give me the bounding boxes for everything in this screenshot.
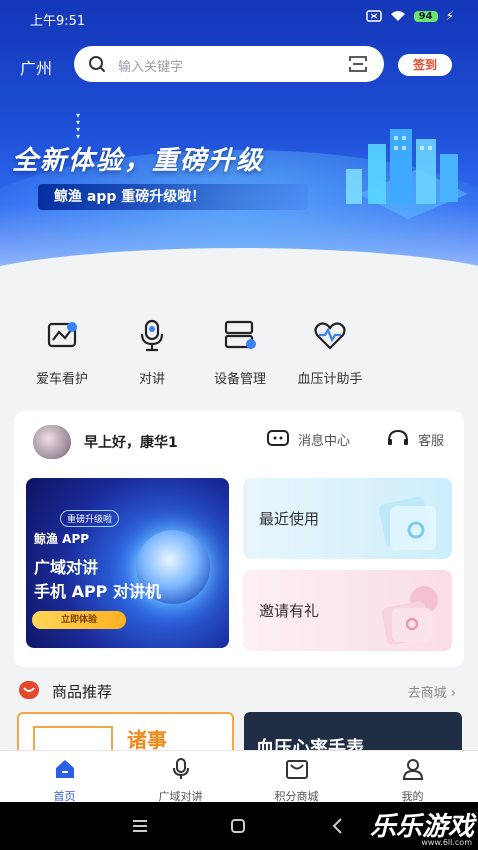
quicknav-bp-assistant[interactable]: 血压计助手 bbox=[284, 316, 376, 387]
device-manage-icon bbox=[224, 320, 256, 349]
menu-icon[interactable] bbox=[130, 816, 150, 836]
promo-line1: 鲸渔 APP bbox=[34, 532, 90, 546]
message-center-label: 消息中心 bbox=[298, 433, 351, 449]
tab-mine[interactable]: 我的 bbox=[353, 757, 472, 804]
status-icons: 94 ⚡ bbox=[365, 9, 454, 23]
home-card: 早上好，康华1 消息中心 客服 重磅升级啦 鲸渔 APP 广域对讲 手机 APP… bbox=[14, 411, 464, 667]
promo-line2: 广域对讲 bbox=[34, 558, 99, 577]
recent-used-label: 最近使用 bbox=[259, 510, 320, 528]
scan-icon[interactable] bbox=[348, 55, 368, 73]
mall-bag-icon bbox=[285, 760, 308, 779]
sim-icon bbox=[365, 10, 382, 22]
city-buildings-illustration bbox=[346, 129, 468, 219]
search-placeholder: 输入关键字 bbox=[118, 60, 184, 75]
quicknav-intercom[interactable]: 对讲 bbox=[106, 316, 198, 387]
gift-bag-icon bbox=[381, 586, 438, 645]
wifi-icon bbox=[390, 11, 405, 21]
banner-subtitle: 鲸渔 app 重磅升级啦！ bbox=[38, 184, 308, 210]
quicknav-device-manage[interactable]: 设备管理 bbox=[194, 316, 286, 387]
promo-line3: 手机 APP 对讲机 bbox=[34, 582, 161, 601]
product-recommend-header: 商品推荐 去商城 › bbox=[0, 678, 478, 704]
status-bar: 上午9:51 94 ⚡ bbox=[0, 0, 478, 36]
message-center-button[interactable]: 消息中心 bbox=[266, 429, 350, 449]
hero-banner[interactable]: ▾ ▾ ▾ ▾ 全新体验，重磅升级 鲸渔 app 重磅升级啦！ bbox=[0, 0, 478, 282]
arrow-decoration: ▾ ▾ ▾ ▾ bbox=[76, 111, 81, 141]
tab-intercom[interactable]: 广域对讲 bbox=[121, 757, 240, 804]
car-flag-icon bbox=[47, 322, 77, 348]
heart-pulse-icon bbox=[314, 322, 346, 350]
watermark-url: www.6ll.com bbox=[421, 838, 472, 847]
message-icon bbox=[267, 430, 289, 446]
quicknav-label: 设备管理 bbox=[213, 372, 266, 387]
shop-icon bbox=[19, 681, 39, 699]
invite-gift-tile[interactable]: 邀请有礼 bbox=[243, 570, 452, 651]
customer-service-label: 客服 bbox=[418, 433, 445, 449]
quick-nav: 爱车看护 对讲 设备管理 血压计助手 bbox=[0, 316, 478, 387]
back-icon[interactable] bbox=[328, 816, 348, 836]
signin-button[interactable]: 签到 bbox=[398, 54, 452, 76]
product-card-text: 诸事 bbox=[127, 728, 167, 752]
search-document-icon bbox=[379, 496, 436, 550]
search-input[interactable]: 输入关键字 bbox=[74, 46, 384, 82]
greeting-text: 早上好，康华1 bbox=[84, 435, 178, 451]
quicknav-car-care[interactable]: 爱车看护 bbox=[16, 316, 108, 387]
promo-try-button[interactable]: 立即体验 bbox=[32, 611, 126, 629]
recent-used-tile[interactable]: 最近使用 bbox=[243, 478, 452, 559]
quicknav-label: 血压计助手 bbox=[297, 372, 363, 387]
promo-tag: 重磅升级啦 bbox=[60, 510, 120, 527]
goto-mall-link[interactable]: 去商城 › bbox=[408, 682, 456, 701]
invite-gift-label: 邀请有礼 bbox=[259, 602, 320, 620]
battery-indicator: 94 bbox=[413, 10, 438, 22]
tab-points-mall[interactable]: 积分商城 bbox=[237, 757, 356, 804]
home-icon bbox=[55, 760, 74, 778]
charging-icon: ⚡ bbox=[445, 9, 454, 23]
tab-home[interactable]: 首页 bbox=[5, 757, 124, 804]
bottom-tab-bar: 首页 广域对讲 积分商城 我的 bbox=[0, 750, 478, 804]
top-bar: 广州 输入关键字 签到 bbox=[0, 46, 478, 84]
status-time: 上午9:51 bbox=[30, 14, 86, 29]
microphone-icon bbox=[140, 319, 164, 352]
city-selector[interactable]: 广州 bbox=[20, 55, 52, 79]
quicknav-label: 爱车看护 bbox=[35, 372, 88, 387]
system-nav-bar: 乐乐游戏 www.6ll.com bbox=[0, 802, 478, 850]
banner-title: 全新体验，重磅升级 bbox=[12, 146, 265, 176]
promo-banner[interactable]: 重磅升级啦 鲸渔 APP 广域对讲 手机 APP 对讲机 立即体验 bbox=[26, 478, 229, 648]
home-square-icon[interactable] bbox=[228, 816, 248, 836]
microphone-icon bbox=[172, 758, 189, 779]
headset-icon bbox=[388, 429, 408, 445]
customer-service-button[interactable]: 客服 bbox=[386, 429, 444, 449]
product-recommend-title: 商品推荐 bbox=[52, 683, 113, 701]
search-icon bbox=[89, 56, 105, 72]
user-icon bbox=[402, 759, 423, 780]
quicknav-label: 对讲 bbox=[138, 372, 165, 387]
avatar[interactable] bbox=[33, 425, 71, 459]
